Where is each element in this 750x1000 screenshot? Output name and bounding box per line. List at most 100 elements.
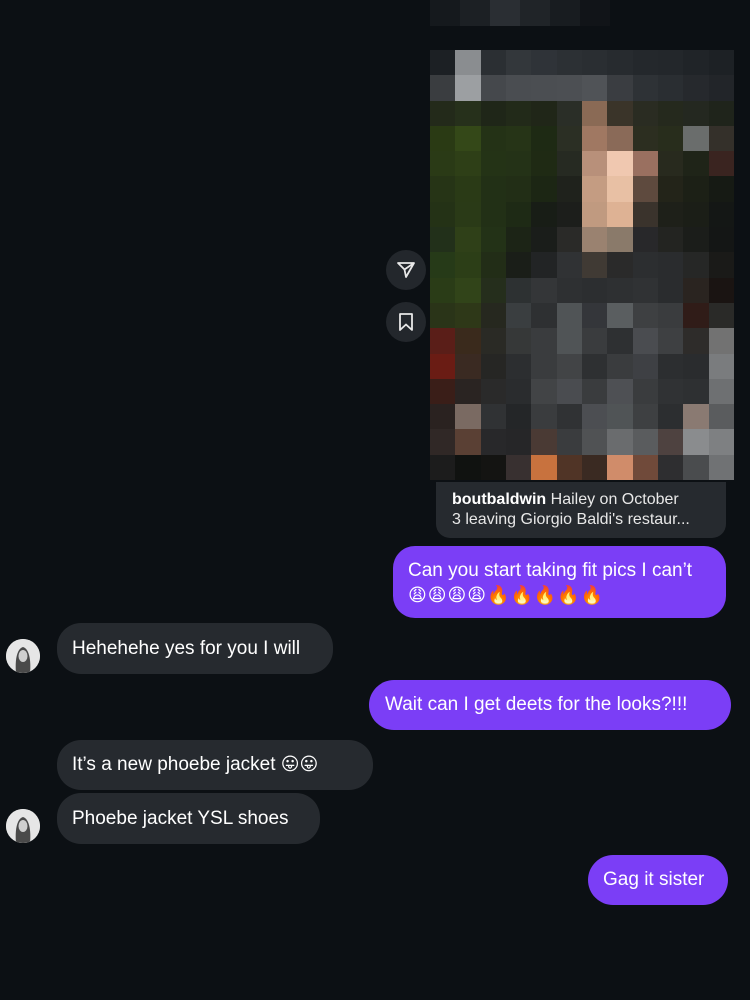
image-pixel-block: [455, 176, 481, 202]
image-pixel-block: [455, 302, 481, 329]
image-pixel-block: [658, 277, 684, 303]
image-pixel-block: [430, 125, 456, 152]
profile-photo-icon: [6, 809, 40, 843]
image-pixel-block: [531, 302, 557, 329]
image-pixel-block: [582, 75, 608, 101]
image-pixel-block: [683, 454, 709, 480]
image-pixel-block: [683, 176, 709, 202]
image-pixel-block: [455, 353, 481, 379]
image-pixel-block: [430, 252, 456, 278]
image-pixel-block: [531, 75, 557, 101]
image-pixel-block: [683, 227, 709, 253]
image-pixel-block: [683, 125, 709, 152]
image-pixel-block: [708, 50, 734, 76]
image-pixel-block: [607, 227, 633, 253]
image-pixel-block: [531, 454, 557, 480]
message-bubble-outgoing[interactable]: Gag it sister: [588, 855, 728, 905]
image-pixel-block: [506, 125, 532, 152]
message-bubble-outgoing[interactable]: Wait can I get deets for the looks?!!!: [369, 680, 731, 730]
bookmark-icon: [399, 313, 413, 331]
message-bubble-outgoing[interactable]: Can you start taking fit pics I can’t 😩😩…: [393, 546, 726, 618]
message-text: Can you start taking fit pics I can’t: [408, 560, 693, 581]
image-pixel-block: [632, 277, 658, 303]
image-pixel-block: [506, 252, 532, 278]
image-pixel-block: [607, 252, 633, 278]
image-pixel-block: [556, 151, 582, 177]
image-pixel-block: [607, 50, 633, 76]
image-pixel-block: [455, 404, 481, 430]
image-pixel-block: [658, 454, 684, 480]
image-pixel-block: [480, 328, 506, 354]
image-pixel-block: [506, 201, 532, 228]
image-pixel-block: [708, 378, 734, 405]
image-pixel-block: [632, 176, 658, 202]
image-pixel-block: [430, 151, 456, 177]
image-pixel-block: [658, 302, 684, 329]
message-bubble-incoming[interactable]: Phoebe jacket YSL shoes: [57, 793, 320, 844]
image-pixel-block: [506, 75, 532, 101]
image-pixel-block: [531, 151, 557, 177]
image-pixel-block: [607, 429, 633, 455]
share-button[interactable]: [386, 250, 426, 290]
image-pixel-block: [658, 227, 684, 253]
image-pixel-block: [683, 75, 709, 101]
image-pixel-block: [683, 201, 709, 228]
image-pixel-block: [506, 429, 532, 455]
image-pixel-block: [506, 328, 532, 354]
image-pixel-block: [632, 404, 658, 430]
caption-text-line1: Hailey on October: [546, 491, 679, 508]
image-pixel-block: [556, 75, 582, 101]
image-pixel-block: [480, 75, 506, 101]
image-pixel-block: [430, 201, 456, 228]
image-pixel-block: [531, 176, 557, 202]
image-pixel-block: [708, 277, 734, 303]
image-pixel-block: [708, 429, 734, 455]
image-pixel-block: [556, 378, 582, 405]
image-pixel-block: [582, 50, 608, 76]
image-pixel-block: [455, 454, 481, 480]
message-bubble-incoming[interactable]: It’s a new phoebe jacket 😛😛: [57, 740, 373, 790]
image-pixel-block: [556, 201, 582, 228]
image-pixel-block: [430, 227, 456, 253]
image-pixel-block: [607, 302, 633, 329]
image-pixel-block: [506, 151, 532, 177]
image-pixel-block: [556, 454, 582, 480]
image-pixel-block: [708, 125, 734, 152]
image-pixel-block: [632, 227, 658, 253]
image-pixel-block: [531, 252, 557, 278]
image-pixel-block: [708, 227, 734, 253]
image-pixel-block: [632, 302, 658, 329]
image-pixel-block: [683, 302, 709, 329]
avatar[interactable]: [6, 809, 40, 843]
image-pixel-block: [632, 429, 658, 455]
message-bubble-incoming[interactable]: Hehehehe yes for you I will: [57, 623, 333, 674]
image-pixel-block: [607, 404, 633, 430]
image-pixel-block: [480, 125, 506, 152]
message-emojis: 😛😛: [280, 754, 319, 775]
image-pixel-block: [683, 353, 709, 379]
message-text: Hehehehe yes for you I will: [72, 638, 301, 659]
image-pixel-block: [683, 328, 709, 354]
save-button[interactable]: [386, 302, 426, 342]
image-pixel-block: [658, 252, 684, 278]
image-pixel-block: [506, 176, 532, 202]
avatar[interactable]: [6, 639, 40, 673]
image-pixel-block: [632, 328, 658, 354]
image-pixel-block: [683, 100, 709, 126]
image-pixel-block: [556, 176, 582, 202]
image-pixel-block: [582, 302, 608, 329]
image-pixel-block: [708, 201, 734, 228]
image-pixel-block: [708, 454, 734, 480]
image-pixel-block: [582, 353, 608, 379]
image-pixel-block: [708, 252, 734, 278]
image-pixel-block: [556, 328, 582, 354]
image-pixel-block: [658, 125, 684, 152]
paper-plane-icon: [397, 262, 415, 278]
shared-post-caption[interactable]: boutbaldwin Hailey on October 3 leaving …: [436, 482, 726, 538]
image-pixel-block: [480, 227, 506, 253]
shared-post-image[interactable]: [430, 50, 734, 480]
image-pixel-block: [607, 176, 633, 202]
image-pixel-block: [506, 302, 532, 329]
image-pixel-block: [658, 378, 684, 405]
image-pixel-block: [708, 353, 734, 379]
